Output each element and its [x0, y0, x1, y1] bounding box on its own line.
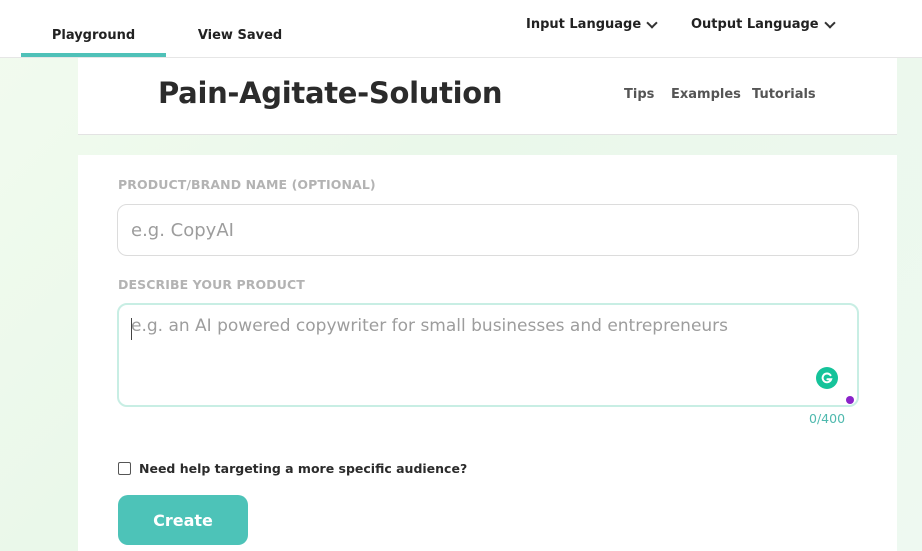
audience-checkbox[interactable]	[118, 462, 131, 475]
tab-view-saved-label: View Saved	[197, 28, 283, 43]
product-name-label: PRODUCT/BRAND NAME (OPTIONAL)	[118, 177, 376, 192]
grammarly-glyph	[821, 372, 833, 384]
input-language-dropdown[interactable]: Input Language	[526, 16, 658, 32]
create-button-label: Create	[153, 510, 213, 530]
product-name-placeholder: e.g. CopyAI	[131, 219, 234, 241]
output-language-dropdown[interactable]: Output Language	[691, 16, 836, 32]
top-nav: Playground View Saved Input Language Out…	[0, 0, 922, 58]
tab-playground-label: Playground	[51, 28, 136, 43]
output-language-label: Output Language	[691, 17, 819, 32]
character-count: 0/400	[809, 411, 846, 426]
grammarly-status-dot	[846, 396, 854, 404]
chevron-down-icon	[646, 16, 658, 29]
audience-checkbox-row[interactable]: Need help targeting a more specific audi…	[118, 461, 467, 476]
tool-header: Pain-Agitate-Solution Tips Examples Tuto…	[78, 58, 897, 135]
form-card: PRODUCT/BRAND NAME (OPTIONAL) e.g. CopyA…	[78, 155, 897, 551]
input-language-label: Input Language	[526, 17, 642, 32]
describe-product-label: DESCRIBE YOUR PRODUCT	[118, 277, 305, 292]
audience-checkbox-label: Need help targeting a more specific audi…	[139, 461, 468, 476]
tab-playground[interactable]: Playground	[21, 0, 166, 57]
examples-link[interactable]: Examples	[671, 87, 741, 102]
tips-link[interactable]: Tips	[624, 87, 654, 102]
chevron-down-icon	[823, 16, 836, 29]
product-name-input[interactable]: e.g. CopyAI	[117, 204, 859, 256]
page-title: Pain-Agitate-Solution	[158, 76, 503, 110]
tutorials-link[interactable]: Tutorials	[752, 87, 816, 102]
create-button[interactable]: Create	[118, 495, 248, 545]
text-caret	[131, 318, 132, 340]
tab-view-saved[interactable]: View Saved	[185, 0, 295, 57]
grammarly-icon[interactable]	[816, 367, 838, 389]
describe-product-placeholder: e.g. an AI powered copywriter for small …	[131, 316, 729, 336]
describe-product-textarea[interactable]: e.g. an AI powered copywriter for small …	[117, 303, 859, 407]
